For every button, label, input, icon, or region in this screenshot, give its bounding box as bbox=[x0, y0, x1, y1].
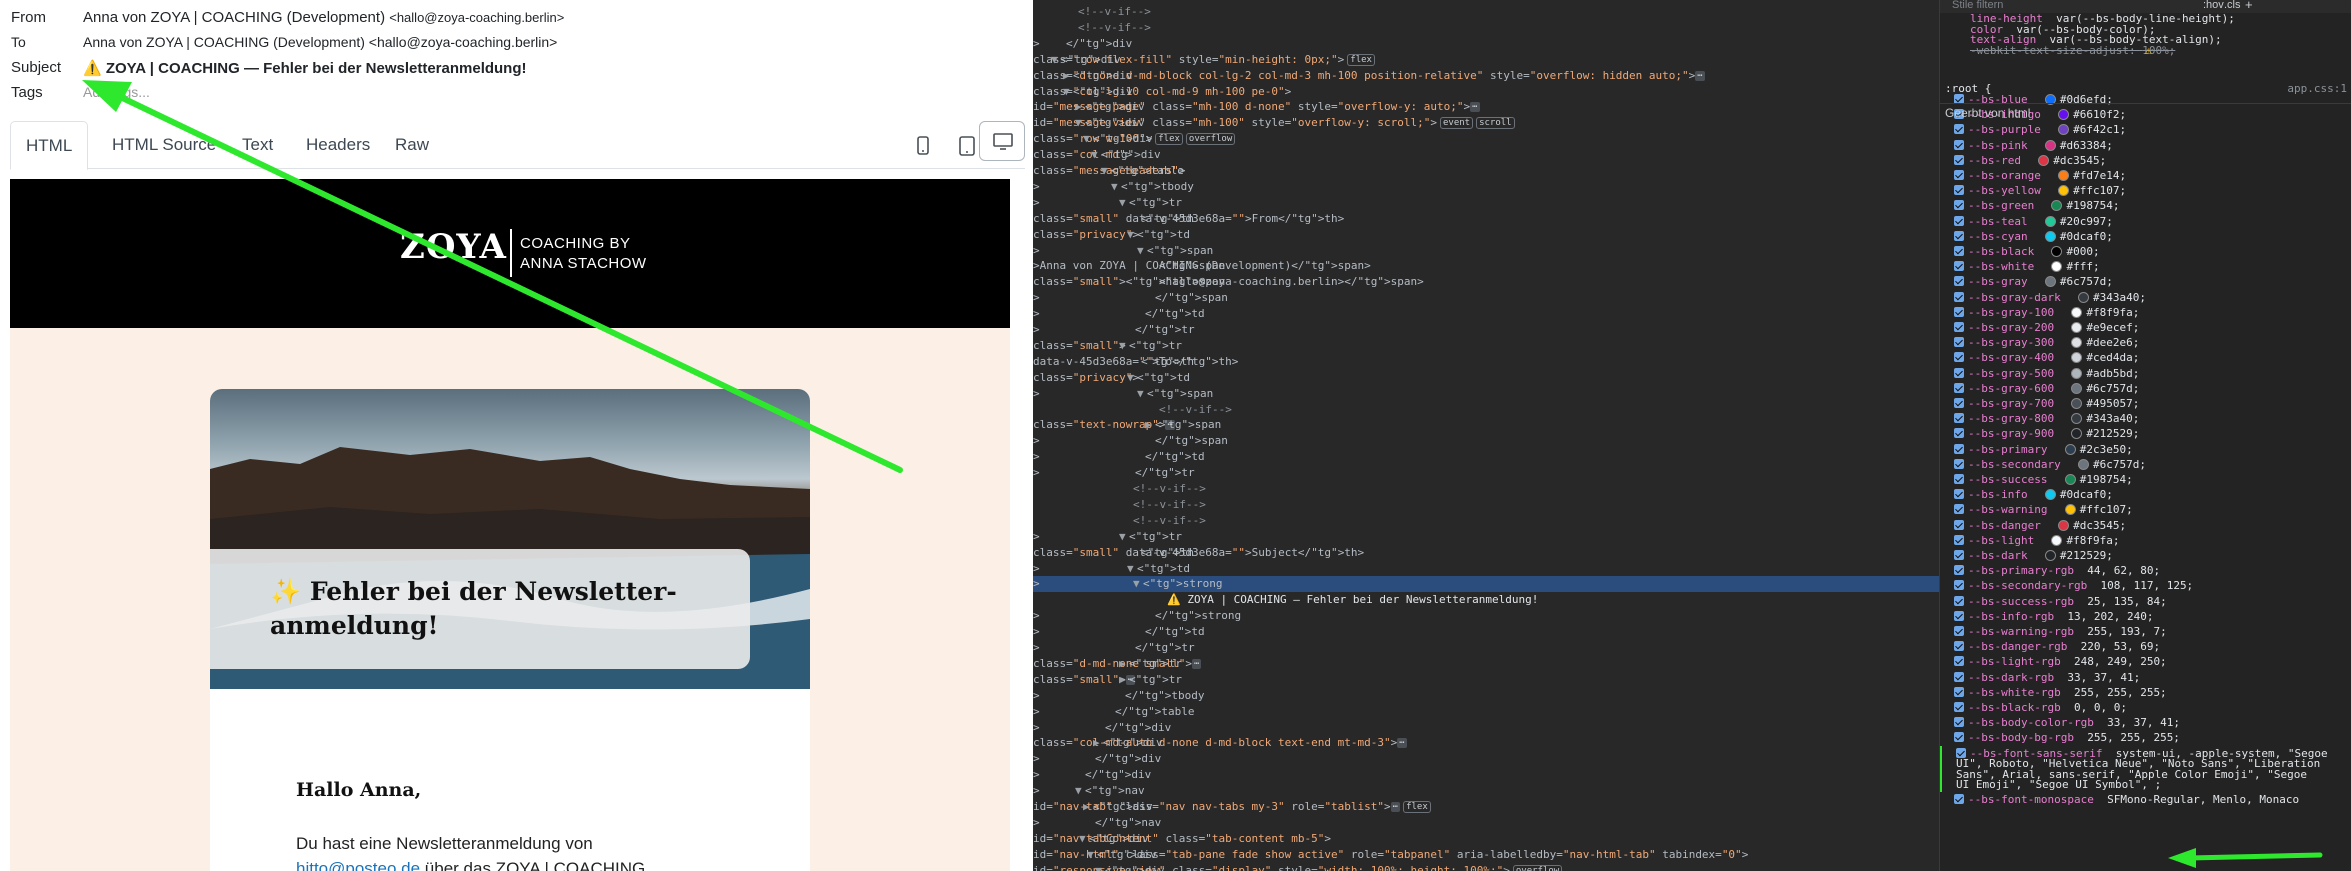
from-name: Anna von ZOYA | COACHING (Development) bbox=[83, 9, 386, 26]
tab-html-source[interactable]: HTML Source bbox=[97, 121, 231, 169]
desktop-view-button[interactable] bbox=[979, 121, 1025, 161]
tags-row: Tags Add tags... bbox=[11, 84, 150, 101]
desktop-view-icon bbox=[993, 133, 1013, 150]
tags-input[interactable]: Add tags... bbox=[83, 84, 150, 100]
logo-subtitle-1: COACHING BY bbox=[520, 235, 631, 252]
email-body-background: ✨ Fehler bei der Newsletter- anmeldung! … bbox=[10, 328, 1010, 871]
tags-label: Tags bbox=[11, 84, 43, 101]
body-line-2-text: über das ZOYA | COACHING bbox=[420, 859, 646, 871]
tab-text[interactable]: Text bbox=[227, 121, 288, 169]
subject-label: Subject bbox=[11, 59, 62, 76]
phone-view-icon[interactable] bbox=[913, 135, 933, 157]
from-email: <hallo@zoya-coaching.berlin> bbox=[389, 10, 565, 25]
tab-headers[interactable]: Headers bbox=[291, 121, 385, 169]
inherited-section-header: Geerbt von html bbox=[1940, 103, 2351, 121]
body-line-2: hitto@posteo.de über das ZOYA | COACHING bbox=[296, 859, 645, 871]
from-row: From Anna von ZOYA | COACHING (Developme… bbox=[11, 9, 564, 26]
mail-pane: From Anna von ZOYA | COACHING (Developme… bbox=[0, 0, 1033, 871]
logo-subtitle-2: ANNA STACHOW bbox=[520, 255, 647, 272]
headline-line-1: ✨ Fehler bei der Newsletter- bbox=[270, 577, 677, 606]
email-card: ✨ Fehler bei der Newsletter- anmeldung! … bbox=[210, 389, 810, 871]
subject-value: ⚠️ ZOYA | COACHING — Fehler bei der News… bbox=[83, 60, 527, 77]
tablet-view-icon[interactable] bbox=[957, 135, 977, 157]
greeting: Hallo Anna, bbox=[296, 779, 422, 801]
headline-line-2: anmeldung! bbox=[270, 611, 439, 640]
headline-box: ✨ Fehler bei der Newsletter- anmeldung! bbox=[210, 549, 750, 669]
elements-panel: <!--v-if--> <!--v-if--> </"tg">div > ▼ <"tg">… bbox=[1033, 0, 1939, 871]
annotation-arrow-left-tail bbox=[1033, 0, 1939, 871]
subject-row: Subject ⚠️ ZOYA | COACHING — Fehler bei … bbox=[11, 59, 527, 77]
email-link[interactable]: hitto@posteo.de bbox=[296, 859, 420, 871]
to-label: To bbox=[11, 34, 26, 50]
from-label: From bbox=[11, 9, 46, 26]
annotation-arrow-right bbox=[2168, 848, 2323, 868]
body-line-1: Du hast eine Newsletteranmeldung von bbox=[296, 834, 593, 853]
styles-panel: Stile filtern :hov .cls + line-height: v… bbox=[1939, 0, 2351, 871]
view-tabs: HTML HTML Source Text Headers Raw bbox=[10, 121, 1025, 170]
zoya-logo: ZOYA bbox=[400, 227, 507, 267]
to-row: To Anna von ZOYA | COACHING (Development… bbox=[11, 34, 557, 50]
tab-raw[interactable]: Raw bbox=[380, 121, 444, 169]
email-headline: ✨ Fehler bei der Newsletter- anmeldung! bbox=[270, 575, 720, 643]
logo-divider bbox=[510, 229, 512, 277]
to-value: Anna von ZOYA | COACHING (Development) <… bbox=[83, 34, 558, 50]
tab-html[interactable]: HTML bbox=[10, 121, 89, 170]
email-banner: ZOYA COACHING BY ANNA STACHOW bbox=[10, 179, 1010, 328]
